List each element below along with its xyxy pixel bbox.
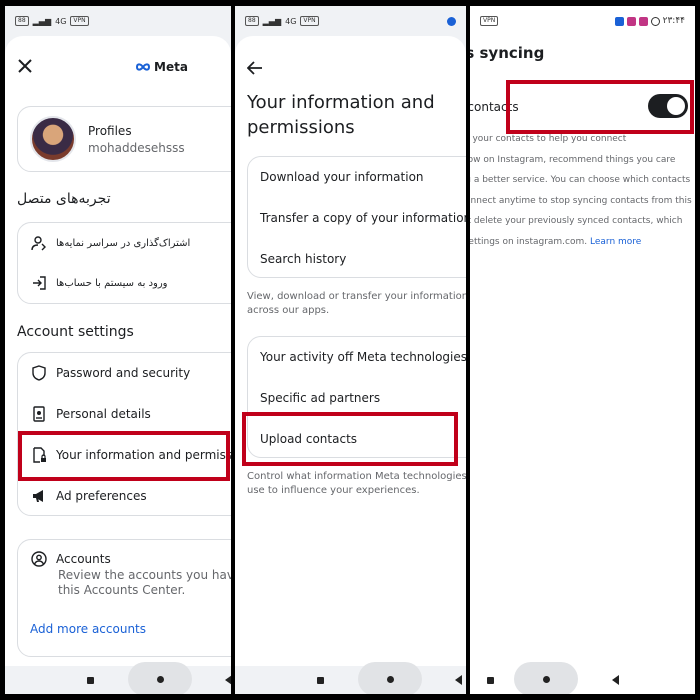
highlight-box: [506, 80, 694, 134]
status-bar: VPN ۲۳:۴۴: [470, 6, 695, 36]
meta-brand-text: Meta: [154, 60, 188, 74]
meta-infinity-icon: [135, 63, 151, 71]
item-label: Transfer a copy of your information: [260, 211, 466, 225]
battery-icon: 88: [245, 16, 259, 26]
recents-button[interactable]: [87, 676, 94, 684]
network-label: 4G: [55, 16, 67, 26]
share-across-profiles-label: اشتراک‌گذاری در سراسر نمایه‌ها: [56, 237, 191, 249]
home-button[interactable]: [128, 662, 192, 694]
contacts-syncing-panel: VPN ۲۳:۴۴ Contacts syncing Connect conta…: [470, 6, 695, 694]
settings-item-label: Ad preferences: [56, 489, 147, 503]
clock-time: ۲۳:۴۴: [662, 16, 685, 26]
download-information-item[interactable]: Download your information: [260, 170, 424, 184]
settings-item-password-security[interactable]: Password and security: [30, 364, 190, 382]
system-nav-bar: [470, 662, 695, 694]
status-bar: 88 ▂▄▆ 4G VPN: [5, 6, 231, 36]
account-settings-heading: Account settings: [17, 324, 134, 340]
close-icon[interactable]: [17, 58, 33, 74]
notification-dot-icon: [212, 17, 221, 26]
recents-button[interactable]: [317, 676, 324, 684]
recents-button[interactable]: [487, 676, 494, 684]
notification-dot-icon: [447, 16, 456, 26]
megaphone-icon: [30, 487, 48, 505]
page-title: Contacts syncing: [470, 44, 545, 62]
system-nav-bar: [235, 662, 466, 694]
back-button[interactable]: [612, 675, 619, 685]
ad-partners-item[interactable]: Specific ad partners: [260, 391, 380, 405]
home-button[interactable]: [358, 662, 422, 694]
accounts-description: Review the accounts you have in this Acc…: [58, 568, 231, 597]
description-line: you can delete in Settings on instagram.…: [470, 232, 692, 253]
page-title: Your information and permissions: [247, 92, 435, 138]
settings-sheet: Meta Profiles mohaddesehsss تجربه‌های مت…: [5, 36, 231, 666]
accounts-card: Accounts Review the accounts you have in…: [17, 539, 231, 657]
back-button[interactable]: [225, 675, 231, 685]
data-options-caption: View, download or transfer your informat…: [247, 291, 466, 316]
learn-more-link[interactable]: Learn more: [590, 237, 641, 247]
login-with-accounts-label: ورود به سیستم با حساب‌ها: [56, 277, 168, 289]
settings-item-label: Password and security: [56, 366, 191, 380]
description-text: you can delete in Settings on instagram.…: [470, 236, 588, 247]
signal-icon: ▂▄▆: [262, 16, 282, 26]
network-label: 4G: [285, 16, 297, 26]
user-circle-icon: [30, 550, 48, 568]
connected-experiences-heading: تجربه‌های متصل: [17, 191, 111, 207]
transfer-copy-item[interactable]: Transfer a copy of your information: [260, 211, 466, 225]
contacts-description: We'll securely store your contacts to he…: [470, 129, 692, 252]
description-line: device. This will not delete your previo…: [470, 216, 683, 226]
description-line: about and offer you a better service. Yo…: [470, 175, 691, 185]
back-arrow-icon[interactable]: [246, 60, 263, 75]
login-with-accounts-item[interactable]: ورود به سیستم با حساب‌ها: [30, 274, 168, 292]
highlight-box: [18, 431, 230, 481]
instagram-notification-icon: [638, 16, 648, 26]
app-notification-icon: [614, 16, 624, 26]
shield-icon: [30, 364, 48, 382]
instagram-notification-icon: [626, 16, 636, 26]
profiles-title: Profiles: [88, 124, 132, 138]
activity-options-caption: Control what information Meta technologi…: [247, 471, 466, 496]
home-button[interactable]: [514, 662, 578, 694]
information-permissions-panel: 88 ▂▄▆ 4G VPN Your information and permi…: [235, 6, 466, 694]
settings-item-label: Personal details: [56, 407, 151, 421]
status-icons: ۲۳:۴۴: [614, 16, 685, 26]
system-nav-bar: [5, 662, 231, 694]
login-arrow-icon: [30, 274, 48, 292]
search-history-item[interactable]: Search history: [260, 252, 346, 266]
off-meta-activity-item[interactable]: Your activity off Meta technologies: [260, 350, 466, 364]
vpn-badge: VPN: [70, 16, 89, 26]
vpn-badge: VPN: [480, 16, 499, 26]
person-share-icon: [30, 234, 48, 252]
status-bar: 88 ▂▄▆ 4G VPN: [235, 6, 466, 36]
description-line: to upload and disconnect anytime to stop…: [470, 195, 692, 206]
id-card-icon: [30, 405, 48, 423]
share-across-profiles-item[interactable]: اشتراک‌گذاری در سراسر نمایه‌ها: [30, 234, 190, 252]
item-label: Download your information: [260, 170, 424, 184]
profile-username: mohaddesehsss: [88, 141, 185, 155]
meta-logo: Meta: [135, 60, 188, 74]
permissions-sheet: Your information and permissions Downloa…: [235, 36, 466, 666]
highlight-box: [242, 412, 458, 466]
item-label: Search history: [260, 252, 347, 266]
accounts-item[interactable]: Accounts: [30, 550, 111, 568]
accounts-title: Accounts: [56, 552, 111, 566]
description-line: with people you know on Instagram, recom…: [470, 154, 676, 165]
item-label: Specific ad partners: [260, 391, 381, 405]
back-button[interactable]: [455, 675, 462, 685]
vpn-badge: VPN: [300, 16, 319, 26]
accounts-center-panel: 88 ▂▄▆ 4G VPN Meta Profiles mohaddesehss…: [5, 6, 231, 694]
settings-item-ad-preferences[interactable]: Ad preferences: [30, 487, 147, 505]
item-label: Your activity off Meta technologies: [260, 350, 466, 364]
settings-item-personal-details[interactable]: Personal details: [30, 405, 151, 423]
battery-icon: 88: [15, 16, 29, 26]
screenshot-collage: 88 ▂▄▆ 4G VPN Meta Profiles mohaddesehss…: [0, 0, 700, 700]
profiles-card[interactable]: Profiles mohaddesehsss: [17, 106, 231, 172]
alarm-icon: [650, 16, 660, 26]
data-options-card: Download your information Transfer a cop…: [247, 156, 466, 278]
add-more-accounts-link[interactable]: Add more accounts: [30, 622, 146, 636]
avatar: [30, 116, 76, 162]
connected-experiences-card: اشتراک‌گذاری در سراسر نمایه‌ها ورود به س…: [17, 222, 231, 304]
signal-icon: ▂▄▆: [32, 16, 52, 26]
